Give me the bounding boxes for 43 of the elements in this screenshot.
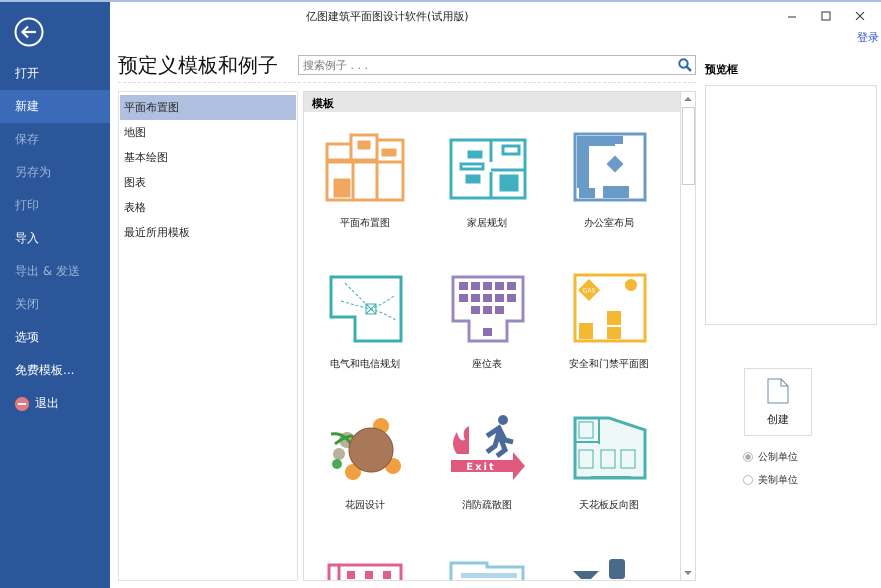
template-label: 平面布置图	[340, 216, 390, 230]
preview-label: 预览框	[705, 62, 739, 77]
radio-indicator[interactable]	[743, 452, 753, 462]
category-item[interactable]: 地图	[120, 120, 296, 145]
scroll-up-icon[interactable]	[683, 95, 693, 103]
sidebar-item[interactable]: 导入	[0, 222, 110, 255]
category-item[interactable]: 最近所用模板	[120, 220, 296, 245]
page-heading: 预定义模板和例子	[118, 52, 278, 78]
create-button[interactable]: 创建	[744, 368, 812, 436]
template-label: 天花板反向图	[579, 498, 639, 512]
sidebar-item[interactable]: 选项	[0, 321, 110, 354]
scrollbar[interactable]	[680, 92, 695, 580]
template-label: 花园设计	[345, 498, 385, 512]
stop-icon	[15, 396, 29, 410]
sidebar-item[interactable]: 新建	[0, 90, 110, 123]
maximize-icon[interactable]	[821, 11, 831, 21]
template-label: 安全和门禁平面图	[569, 358, 649, 371]
search-icon[interactable]	[678, 58, 692, 72]
close-icon[interactable]	[855, 11, 865, 21]
scroll-down-icon[interactable]	[683, 569, 693, 577]
category-item[interactable]: 表格	[120, 195, 296, 220]
category-item[interactable]: 基本绘图	[120, 145, 296, 170]
evacuation-template-drawing[interactable]: Exit	[447, 414, 527, 484]
template-label: 电气和电信规划	[330, 358, 400, 371]
sidebar-item[interactable]: 免费模板...	[0, 354, 110, 387]
window-title: 亿图建筑平面图设计软件(试用版)	[306, 8, 469, 24]
template-label: 座位表	[472, 358, 502, 371]
section-header: 模板	[304, 92, 680, 112]
search-field[interactable]: 搜索例子 . . .	[298, 55, 696, 75]
radio-indicator[interactable]	[743, 475, 753, 485]
floorplan-template-drawing[interactable]	[325, 132, 405, 202]
sidebar-item[interactable]: 打开	[0, 57, 110, 90]
sidebar-item[interactable]: 退出	[0, 387, 110, 420]
template-label: 消防疏散图	[462, 498, 512, 512]
login-link[interactable]: 登录	[857, 30, 879, 48]
template-label: 家居规划	[467, 216, 507, 230]
unit-radio[interactable]: 美制单位	[743, 473, 877, 487]
category-item[interactable]: 平面布置图	[120, 95, 296, 120]
template-label: 办公室布局	[584, 216, 634, 230]
document-icon	[767, 378, 789, 404]
category-item[interactable]: 图表	[120, 170, 296, 195]
scroll-thumb[interactable]	[682, 107, 694, 185]
unit-radio[interactable]: 公制单位	[743, 450, 877, 464]
